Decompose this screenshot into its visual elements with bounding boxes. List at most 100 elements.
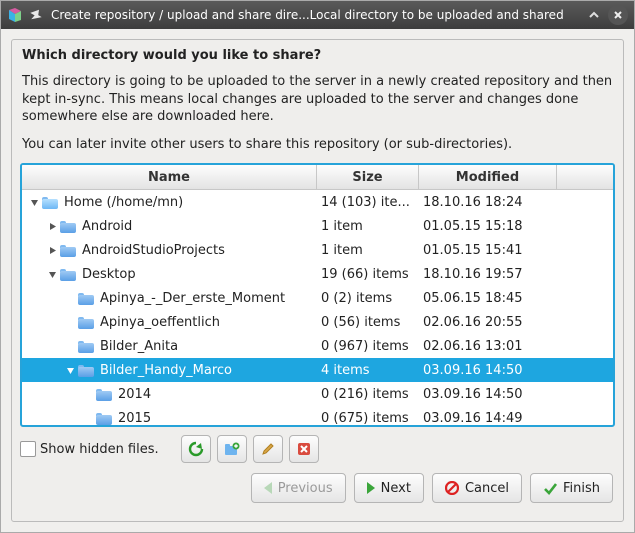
description-2: You can later invite other users to shar…: [22, 136, 613, 154]
roll-up-button[interactable]: [584, 5, 604, 25]
tree-row[interactable]: Bilder_Anita 0 (967) items02.06.16 13:01: [22, 334, 613, 358]
dialog-window: Create repository / upload and share dir…: [0, 0, 635, 533]
checkbox-box[interactable]: [20, 441, 36, 457]
check-icon: [543, 481, 557, 495]
next-label: Next: [381, 481, 411, 496]
cancel-label: Cancel: [465, 481, 509, 496]
tree-row[interactable]: 2015 0 (675) items03.09.16 14:49: [22, 406, 613, 425]
column-header-name[interactable]: Name: [22, 165, 317, 189]
inner-panel: Which directory would you like to share?…: [11, 39, 624, 522]
expand-down-icon[interactable]: [64, 364, 76, 376]
row-modified: 02.06.16 13:01: [419, 339, 557, 354]
row-name: 2015: [118, 411, 151, 426]
home-icon: [42, 195, 58, 209]
tree-header: Name Size Modified: [22, 165, 613, 190]
app-icon: [7, 7, 23, 23]
row-size: 14 (103) ite...: [317, 195, 419, 210]
pin-icon[interactable]: [29, 8, 43, 22]
expand-down-icon[interactable]: [28, 196, 40, 208]
row-modified: 01.05.15 15:41: [419, 243, 557, 258]
row-modified: 02.06.16 20:55: [419, 315, 557, 330]
folder-icon: [60, 219, 76, 233]
row-modified: 03.09.16 14:50: [419, 363, 557, 378]
arrow-left-icon: [264, 482, 272, 494]
show-hidden-label: Show hidden files.: [40, 442, 159, 457]
dialog-content: Which directory would you like to share?…: [1, 29, 634, 532]
folder-icon: [96, 387, 112, 401]
description-1: This directory is going to be uploaded t…: [22, 73, 613, 126]
tree-row[interactable]: Home (/home/mn) 14 (103) ite...18.10.16 1…: [22, 190, 613, 214]
row-size: 0 (675) items: [317, 411, 419, 426]
folder-icon: [78, 291, 94, 305]
row-name: Bilder_Handy_Marco: [100, 363, 232, 378]
row-name: Desktop: [82, 267, 136, 282]
expand-placeholder: [64, 292, 76, 304]
directory-tree[interactable]: Name Size Modified Home (/home/mn) 14 (10…: [20, 163, 615, 427]
titlebar[interactable]: Create repository / upload and share dir…: [1, 1, 634, 29]
window-title: Create repository / upload and share dir…: [51, 8, 580, 22]
column-header-spacer: [557, 165, 613, 189]
folder-icon: [96, 411, 112, 425]
tree-row[interactable]: Android1 item01.05.15 15:18: [22, 214, 613, 238]
show-hidden-checkbox[interactable]: Show hidden files.: [20, 441, 159, 457]
expand-placeholder: [82, 412, 94, 424]
tree-row[interactable]: Apinya_-_Der_erste_Moment 0 (2) items05.0…: [22, 286, 613, 310]
finish-label: Finish: [563, 481, 600, 496]
below-tree-bar: Show hidden files.: [20, 435, 615, 463]
row-name: Android: [82, 219, 132, 234]
tree-toolbar: [181, 435, 319, 463]
cancel-icon: [445, 481, 459, 495]
expand-right-icon[interactable]: [46, 220, 58, 232]
arrow-right-icon: [367, 482, 375, 494]
wizard-buttons: Previous Next Cancel Finish: [20, 473, 615, 503]
row-modified: 18.10.16 18:24: [419, 195, 557, 210]
row-size: 4 items: [317, 363, 419, 378]
row-name: AndroidStudioProjects: [82, 243, 225, 258]
row-name: Apinya_-_Der_erste_Moment: [100, 291, 285, 306]
row-modified: 03.09.16 14:50: [419, 387, 557, 402]
folder-icon: [78, 315, 94, 329]
rename-button[interactable]: [253, 435, 283, 463]
folder-icon: [78, 339, 94, 353]
tree-row[interactable]: 2014 0 (216) items03.09.16 14:50: [22, 382, 613, 406]
folder-icon: [60, 243, 76, 257]
row-size: 0 (2) items: [317, 291, 419, 306]
folder-icon: [78, 363, 94, 377]
row-name: 2014: [118, 387, 151, 402]
row-name: Apinya_oeffentlich: [100, 315, 220, 330]
column-header-size[interactable]: Size: [317, 165, 419, 189]
cancel-button[interactable]: Cancel: [432, 473, 522, 503]
previous-button[interactable]: Previous: [251, 473, 346, 503]
row-modified: 18.10.16 19:57: [419, 267, 557, 282]
tree-row[interactable]: AndroidStudioProjects 1 item01.05.15 15:4…: [22, 238, 613, 262]
expand-down-icon[interactable]: [46, 268, 58, 280]
tree-body[interactable]: Home (/home/mn)14 (103) ite...18.10.16 1…: [22, 190, 613, 425]
delete-button[interactable]: [289, 435, 319, 463]
tree-row[interactable]: Bilder_Handy_Marco 4 items03.09.16 14:50: [22, 358, 613, 382]
row-modified: 03.09.16 14:49: [419, 411, 557, 426]
row-modified: 01.05.15 15:18: [419, 219, 557, 234]
next-button[interactable]: Next: [354, 473, 424, 503]
expand-placeholder: [82, 388, 94, 400]
row-name: Bilder_Anita: [100, 339, 178, 354]
row-size: 1 item: [317, 243, 419, 258]
new-folder-button[interactable]: [217, 435, 247, 463]
row-size: 0 (216) items: [317, 387, 419, 402]
previous-label: Previous: [278, 481, 333, 496]
row-size: 0 (967) items: [317, 339, 419, 354]
row-size: 19 (66) items: [317, 267, 419, 282]
expand-placeholder: [64, 316, 76, 328]
tree-row[interactable]: Apinya_oeffentlich 0 (56) items02.06.16 2…: [22, 310, 613, 334]
row-name: Home (/home/mn): [64, 195, 183, 210]
column-header-modified[interactable]: Modified: [419, 165, 557, 189]
row-size: 0 (56) items: [317, 315, 419, 330]
row-modified: 05.06.15 18:45: [419, 291, 557, 306]
expand-placeholder: [64, 340, 76, 352]
expand-right-icon[interactable]: [46, 244, 58, 256]
close-button[interactable]: [608, 5, 628, 25]
refresh-button[interactable]: [181, 435, 211, 463]
finish-button[interactable]: Finish: [530, 473, 613, 503]
page-heading: Which directory would you like to share?: [22, 48, 615, 63]
folder-icon: [60, 267, 76, 281]
tree-row[interactable]: Desktop 19 (66) items18.10.16 19:57: [22, 262, 613, 286]
